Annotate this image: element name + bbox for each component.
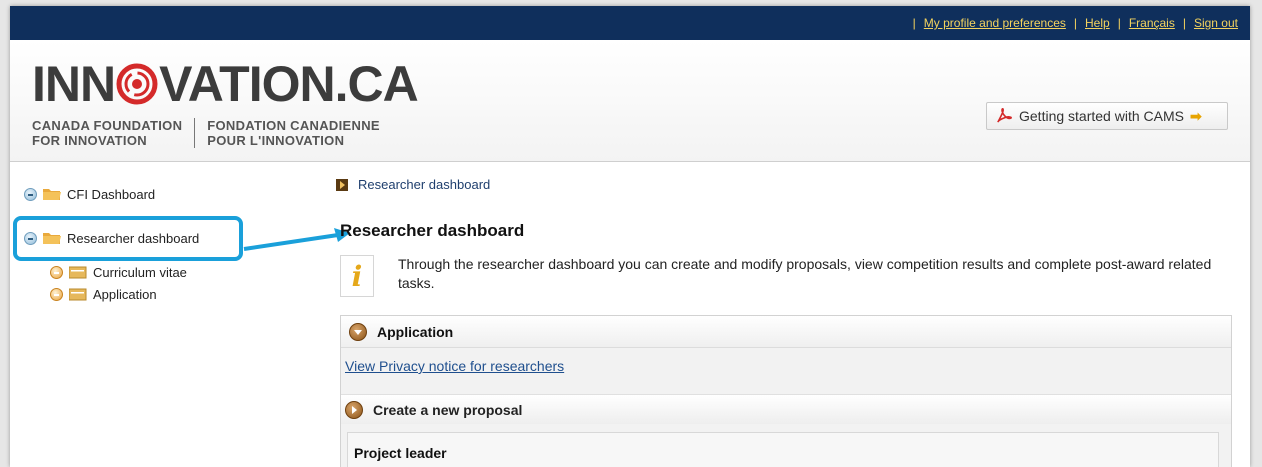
logo-sub-fr-line2: POUR L'INNOVATION <box>207 133 345 148</box>
folder-open-icon <box>43 233 61 244</box>
sign-out-link[interactable]: Sign out <box>1194 16 1238 30</box>
sidebar-item-label: Researcher dashboard <box>67 231 200 246</box>
info-icon: i <box>340 255 374 297</box>
collapse-icon[interactable] <box>24 188 37 201</box>
arrow-right-icon: ➡ <box>1189 107 1202 124</box>
expand-circle-icon[interactable] <box>345 400 363 419</box>
logo-subtitle: CANADA FOUNDATION FOR INNOVATION FONDATI… <box>32 118 380 148</box>
logo-sub-en-line2: FOR INNOVATION <box>32 133 147 148</box>
sidebar-item-cfi-dashboard[interactable]: CFI Dashboard <box>24 187 155 202</box>
app-window: | My profile and preferences | Help | Fr… <box>10 6 1250 467</box>
logo-subtitle-fr: FONDATION CANADIENNE POUR L'INNOVATION <box>194 118 380 148</box>
nav-separator: | <box>1073 16 1077 30</box>
nav-separator: | <box>912 16 916 30</box>
application-panel-header[interactable]: Application <box>341 316 1231 348</box>
francais-link[interactable]: Français <box>1129 16 1175 30</box>
sidebar-item-curriculum-vitae[interactable]: Curriculum vitae <box>50 265 187 280</box>
cams-button-label: Getting started with CAMS <box>1019 108 1184 124</box>
nav-separator: | <box>1117 16 1121 30</box>
breadcrumb-arrow-icon <box>336 178 348 191</box>
folder-icon <box>69 266 87 279</box>
top-nav-bar: | My profile and preferences | Help | Fr… <box>10 6 1250 40</box>
logo-sub-fr-line1: FONDATION CANADIENNE <box>207 118 380 133</box>
sidebar-item-application[interactable]: Application <box>50 287 157 302</box>
info-box: i Through the researcher dashboard you c… <box>340 255 1220 303</box>
main-content: Researcher dashboard Researcher dashboar… <box>332 163 1250 467</box>
breadcrumb: Researcher dashboard <box>336 177 490 192</box>
application-panel: Application View Privacy notice for rese… <box>340 315 1232 467</box>
sidebar-item-label: Application <box>93 287 157 302</box>
sidebar-item-label: Curriculum vitae <box>93 265 187 280</box>
project-leader-label: Project leader <box>354 445 447 461</box>
logo-subtitle-en: CANADA FOUNDATION FOR INNOVATION <box>32 118 194 148</box>
logo-text-end: VATION.CA <box>159 56 419 112</box>
create-proposal-header[interactable]: Create a new proposal <box>341 394 1231 424</box>
sidebar-tree: CFI Dashboard Researcher dashboard Curri… <box>10 163 320 467</box>
folder-icon <box>43 189 61 200</box>
panel-title: Application <box>377 323 454 340</box>
logo-sub-en-line1: CANADA FOUNDATION <box>32 118 183 133</box>
collapse-circle-icon[interactable] <box>349 322 367 341</box>
logo-text-start: INN <box>32 56 116 112</box>
sidebar-item-label: CFI Dashboard <box>67 187 156 202</box>
info-text: Through the researcher dashboard you can… <box>398 256 1212 291</box>
pdf-icon <box>997 108 1012 123</box>
expand-icon[interactable] <box>50 288 63 301</box>
help-link[interactable]: Help <box>1085 16 1110 30</box>
getting-started-cams-button[interactable]: Getting started with CAMS ➡ <box>986 102 1228 130</box>
expand-icon[interactable] <box>50 266 63 279</box>
create-proposal-label: Create a new proposal <box>373 401 523 418</box>
logo-swirl-icon <box>116 63 158 105</box>
project-leader-section: Project leader <box>347 432 1219 467</box>
privacy-notice-link[interactable]: View Privacy notice for researchers <box>345 358 564 374</box>
page-title: Researcher dashboard <box>340 221 525 240</box>
site-header: INN VATION.CA CANADA FOUNDATION FOR INNO… <box>10 40 1250 162</box>
profile-link[interactable]: My profile and preferences <box>924 16 1066 30</box>
folder-icon <box>69 288 87 301</box>
nav-separator: | <box>1182 16 1186 30</box>
sidebar-item-researcher-dashboard[interactable]: Researcher dashboard <box>24 231 199 246</box>
collapse-icon[interactable] <box>24 232 37 245</box>
breadcrumb-item[interactable]: Researcher dashboard <box>358 177 490 192</box>
innovation-logo[interactable]: INN VATION.CA <box>32 56 419 112</box>
